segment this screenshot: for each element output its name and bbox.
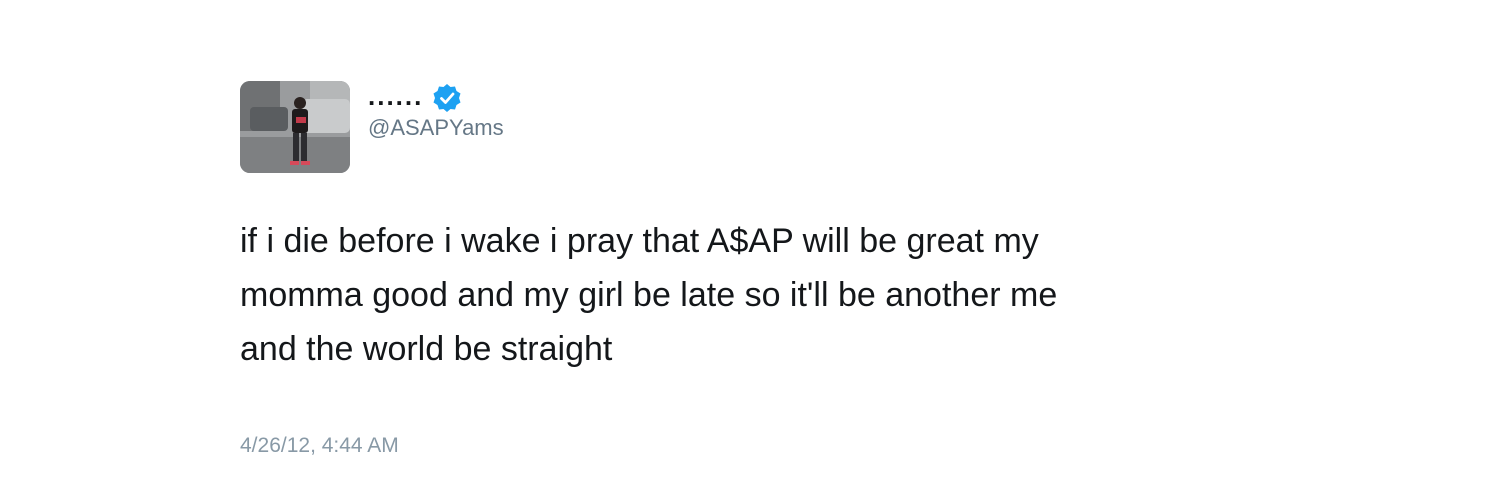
avatar[interactable] [240, 81, 350, 173]
tweet-card: ...... @ASAPYams if i die before i wake … [0, 0, 1500, 500]
avatar-photo [240, 81, 350, 173]
tweet-timestamp[interactable]: 4/26/12, 4:44 AM [240, 432, 399, 460]
display-name[interactable]: ...... [368, 81, 423, 111]
verified-badge-icon [433, 84, 461, 112]
user-handle[interactable]: @ASAPYams [368, 114, 504, 142]
tweet-text: if i die before i wake i pray that A$AP … [240, 222, 1058, 368]
